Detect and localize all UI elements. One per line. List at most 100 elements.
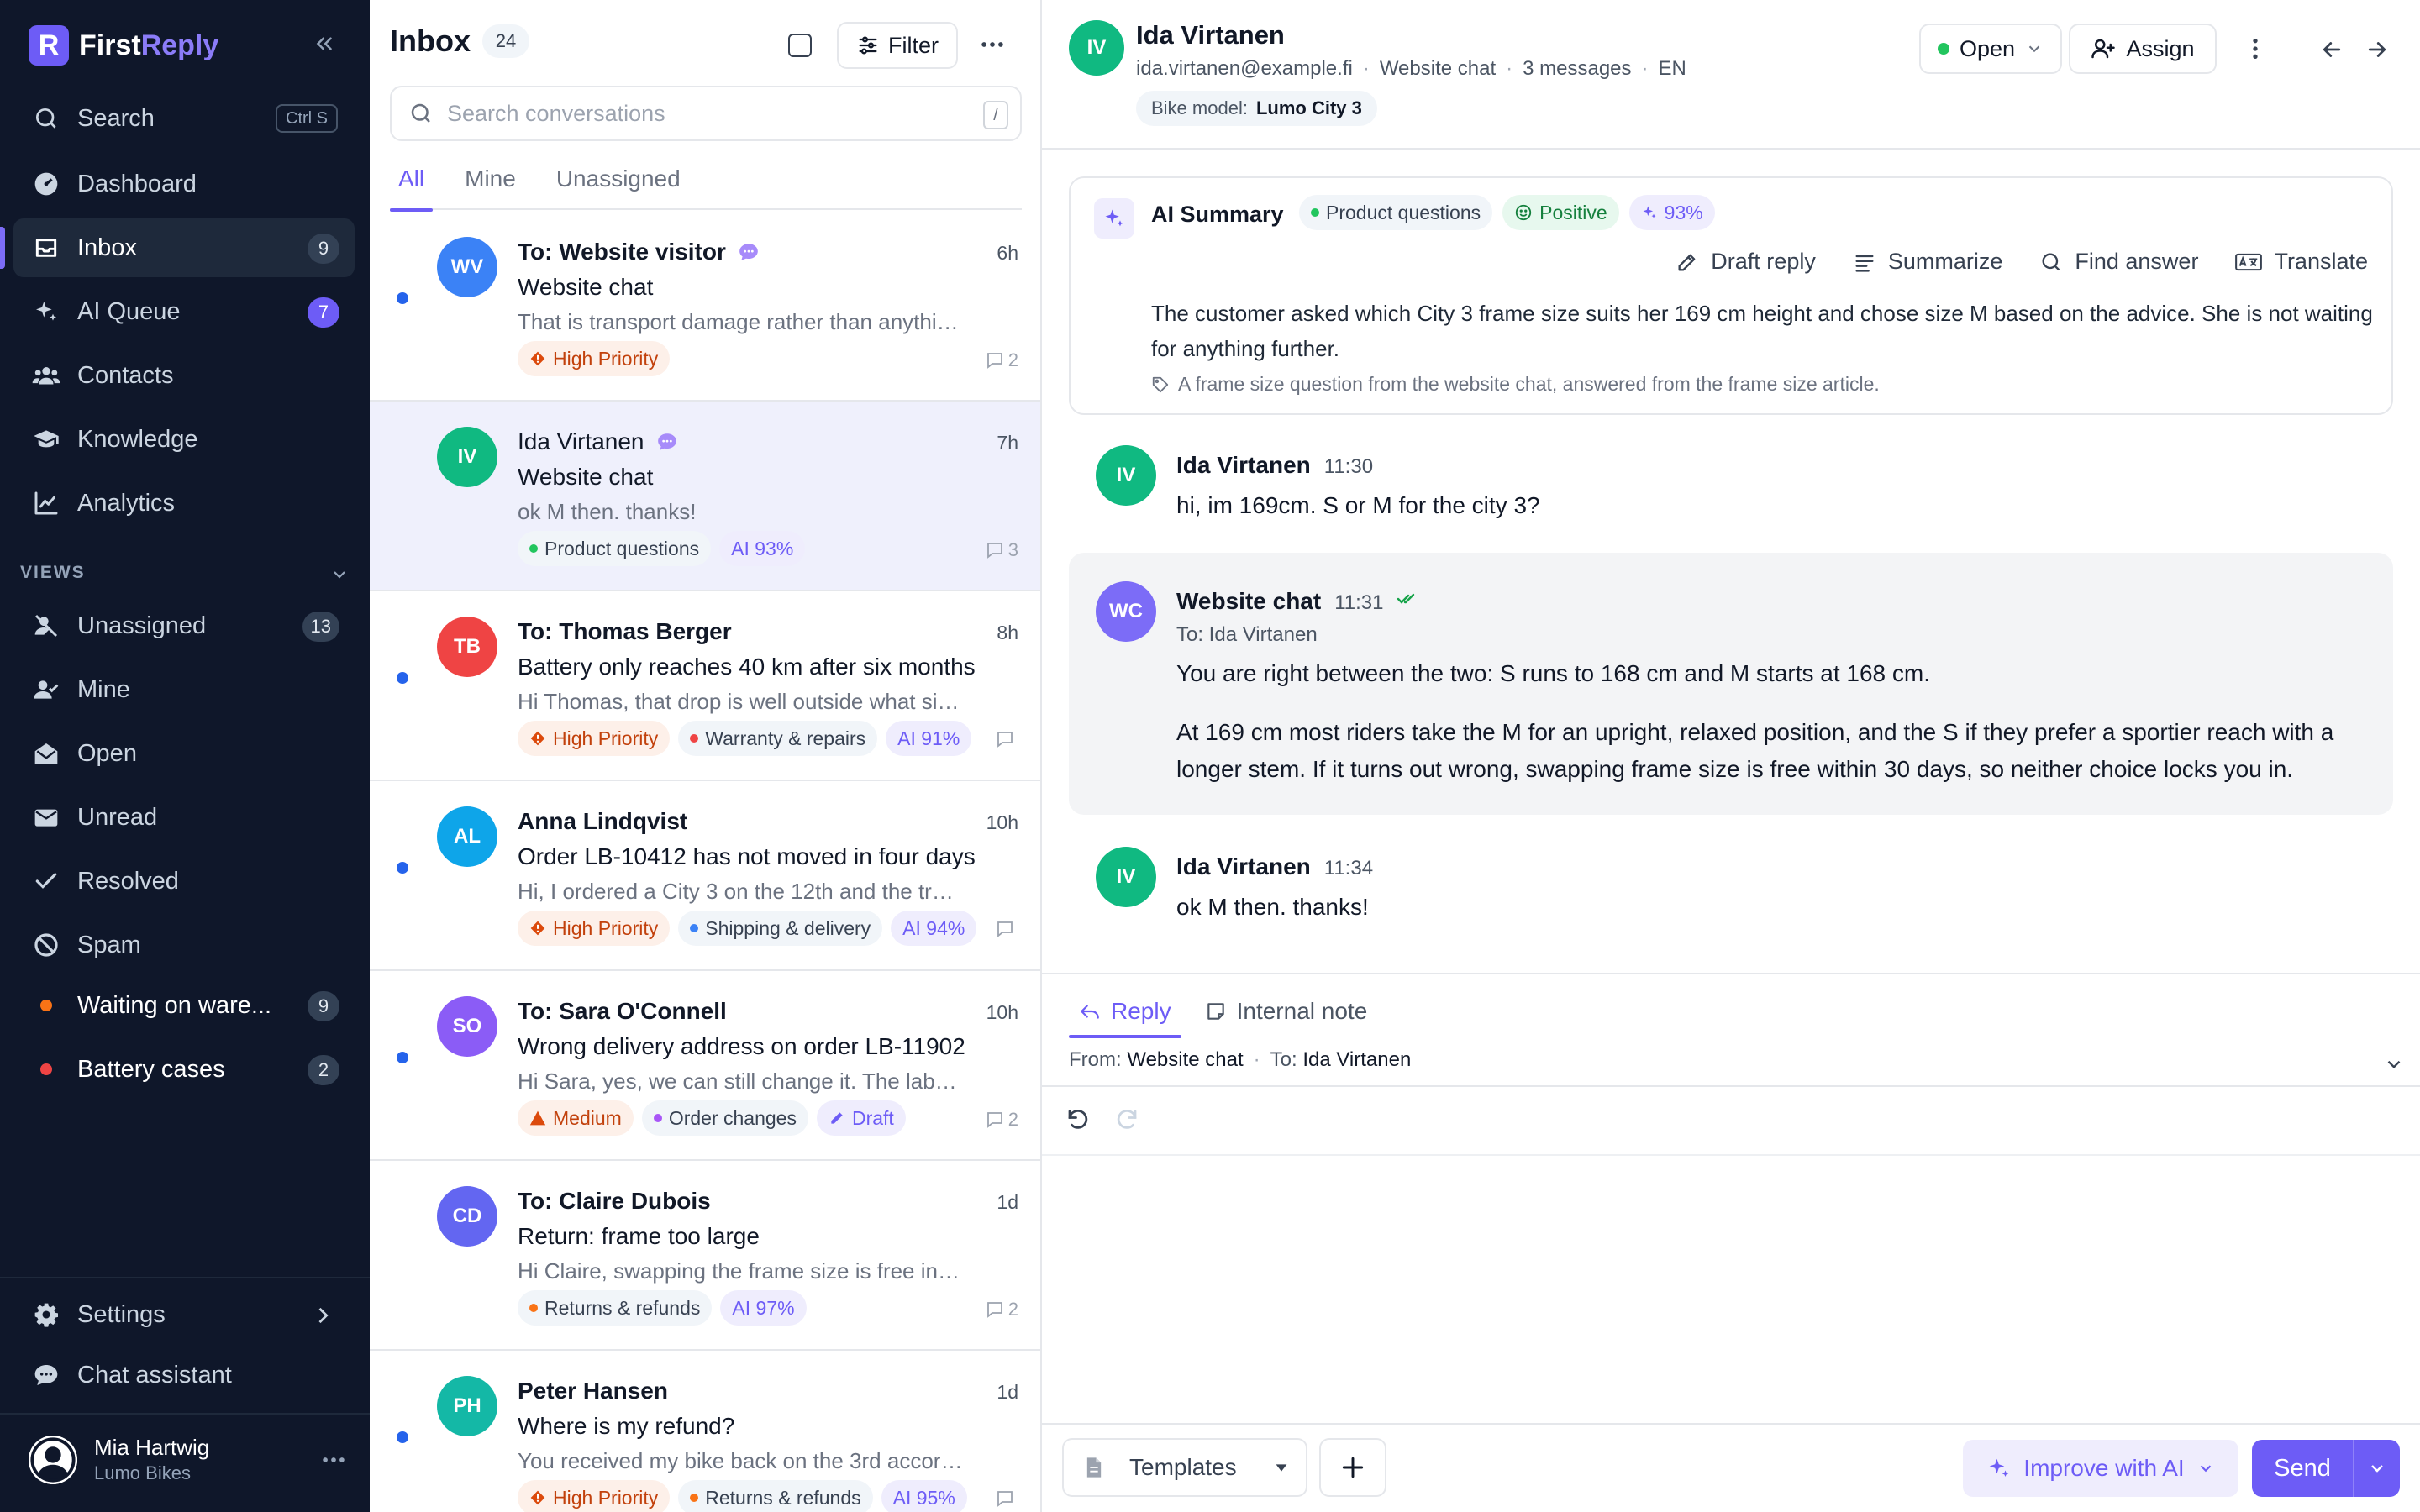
user-name: Mia Hartwig: [94, 1435, 210, 1460]
templates-dropdown[interactable]: Templates: [1062, 1438, 1307, 1497]
ai-summary-note: A frame size question from the website c…: [1151, 373, 1880, 396]
comment-icon: [986, 1302, 1002, 1318]
envelope-open-icon: [32, 739, 60, 768]
message-count-indicator: 2: [985, 1109, 1018, 1131]
status-dropdown[interactable]: Open: [1919, 24, 2062, 74]
search-conversations-input[interactable]: [447, 100, 1020, 127]
lines-icon: [1855, 255, 1874, 272]
sidebar-item-chat-assistant[interactable]: Chat assistant: [13, 1346, 355, 1404]
improve-with-ai-button[interactable]: Improve with AI: [1963, 1440, 2238, 1497]
redo-button[interactable]: [1114, 1107, 1139, 1132]
send-button[interactable]: Send: [2252, 1440, 2400, 1497]
next-conversation-button[interactable]: [2365, 37, 2390, 62]
conversation-name: To: Sara O'Connell: [518, 998, 727, 1024]
sidebar-item-contacts[interactable]: Contacts: [13, 346, 355, 405]
expand-addresses-button[interactable]: [2383, 1053, 2405, 1075]
tab-all[interactable]: All: [390, 161, 434, 212]
sidebar-view-waiting-on-warehouse[interactable]: Waiting on ware... 9: [13, 976, 355, 1035]
message-count-indicator: [995, 1488, 1018, 1509]
sidebar-item-knowledge[interactable]: Knowledge: [13, 410, 355, 469]
redo-icon: [1117, 1110, 1137, 1129]
draft-reply-button[interactable]: Draft reply: [1676, 249, 1816, 275]
contact-name[interactable]: Ida Virtanen: [1136, 20, 1285, 50]
conversation-subject: Battery only reaches 40 km after six mon…: [518, 654, 976, 680]
ai-summary-text: The customer asked which City 3 frame si…: [1151, 301, 2373, 361]
sidebar-view-spam[interactable]: Spam: [13, 916, 355, 974]
conversation-name: Ida Virtanen: [518, 428, 678, 455]
assign-button[interactable]: Assign: [2069, 24, 2217, 74]
conversation-subject: Order LB-10412 has not moved in four day…: [518, 843, 976, 869]
sidebar-item-settings[interactable]: Settings: [13, 1285, 355, 1344]
list-more-button[interactable]: [978, 30, 1007, 59]
conversation-row[interactable]: TB To: Thomas Berger 8h Battery only reache…: [370, 591, 1040, 781]
conversation-row[interactable]: WV To: Website visitor 6h Website chat That …: [370, 212, 1040, 402]
sidebar-view-mine[interactable]: Mine: [13, 660, 355, 719]
sidebar-view-battery-cases[interactable]: Battery cases 2: [13, 1040, 355, 1099]
sidebar-view-resolved[interactable]: Resolved: [13, 852, 355, 911]
ai-summary-title: AI Summary: [1151, 202, 1284, 227]
conversation-row[interactable]: IV Ida Virtanen 7h Website chat ok M then. t…: [370, 402, 1040, 591]
sidebar-view-unassigned[interactable]: Unassigned 13: [13, 596, 355, 655]
conversation-row[interactable]: AL Anna Lindqvist 10h Order LB-10412 has no…: [370, 781, 1040, 971]
conversation-row[interactable]: CD To: Claire Dubois 1d Return: frame too l…: [370, 1161, 1040, 1351]
caret-down-icon: [1276, 1464, 1287, 1472]
sidebar-item-dashboard[interactable]: Dashboard: [13, 155, 355, 213]
message-avatar: IV: [1096, 847, 1156, 907]
more-horizontal-icon[interactable]: [319, 1446, 348, 1474]
contact-email[interactable]: ida.virtanen@example.fi: [1136, 57, 1353, 80]
sidebar-item-label: Mine: [77, 675, 130, 703]
reply-editor[interactable]: [1069, 1168, 2393, 1411]
sidebar-item-analytics[interactable]: Analytics: [13, 474, 355, 533]
delivered-check-icon: [1397, 593, 1415, 604]
sidebar-search[interactable]: Search Ctrl S: [13, 89, 355, 148]
select-all-checkbox[interactable]: [788, 34, 812, 57]
composer-tab-internal-note[interactable]: Internal note: [1195, 984, 1378, 1038]
sidebar-item-label: Open: [77, 739, 137, 767]
conversation-row[interactable]: PH Peter Hansen 1d Where is my refund? You r…: [370, 1351, 1040, 1512]
app-logo[interactable]: R FirstReply: [29, 25, 218, 66]
composer-tab-reply[interactable]: Reply: [1069, 984, 1181, 1038]
sidebar-item-label: Contacts: [77, 361, 174, 389]
send-options-button[interactable]: [2354, 1458, 2400, 1478]
conversation-row[interactable]: SO To: Sara O'Connell 10h Wrong delivery ad…: [370, 971, 1040, 1161]
collapse-sidebar-button[interactable]: [309, 29, 339, 59]
message-avatar: IV: [1096, 445, 1156, 506]
ai-summary-card: AI Summary Product questions Positive 93…: [1069, 176, 2393, 415]
sidebar-view-unread[interactable]: Unread: [13, 788, 355, 847]
user-profile[interactable]: Mia Hartwig Lumo Bikes: [29, 1435, 348, 1484]
composer-divider: [1042, 1154, 2420, 1156]
sidebar-item-label: Knowledge: [77, 425, 198, 453]
user-plus-icon: [2091, 39, 2116, 59]
search-icon: [32, 104, 60, 133]
find-answer-button[interactable]: Find answer: [2039, 249, 2198, 275]
smile-icon: [1515, 204, 1532, 221]
add-attachment-button[interactable]: [1319, 1438, 1386, 1497]
comment-icon: [997, 1491, 1013, 1507]
sidebar-item-inbox[interactable]: Inbox 9: [0, 218, 355, 277]
message-author: Ida Virtanen: [1176, 853, 1311, 879]
views-toggle[interactable]: [329, 564, 350, 585]
tag-icon: [1152, 376, 1169, 392]
tab-mine[interactable]: Mine: [456, 161, 524, 210]
search-conversations-box[interactable]: /: [390, 86, 1022, 141]
conversation-more-button[interactable]: [2242, 35, 2269, 62]
message-avatar: WC: [1096, 581, 1156, 642]
conversation-name: Peter Hansen: [518, 1378, 668, 1404]
sidebar-item-ai-queue[interactable]: AI Queue 7: [13, 282, 355, 341]
undo-button[interactable]: [1065, 1107, 1091, 1132]
conversation-time: 1d: [997, 1191, 1018, 1213]
translate-button[interactable]: Translate: [2235, 249, 2368, 275]
summarize-button[interactable]: Summarize: [1853, 249, 2002, 275]
unread-dot-icon: [397, 862, 408, 874]
sidebar-view-open[interactable]: Open: [13, 724, 355, 783]
message-author: Website chat: [1176, 588, 1322, 614]
filter-button[interactable]: Filter: [837, 22, 958, 69]
arrow-left-icon: [2323, 42, 2341, 57]
composer-addresses[interactable]: From: Website chat · To: Ida Virtanen: [1069, 1048, 1411, 1072]
conversation-preview: That is transport damage rather than any…: [518, 309, 963, 334]
conversation-subject: Wrong delivery address on order LB-11902: [518, 1033, 965, 1059]
conversation-time: 10h: [986, 811, 1018, 833]
tab-unassigned[interactable]: Unassigned: [548, 161, 689, 210]
previous-conversation-button[interactable]: [2319, 37, 2344, 62]
chevron-down-icon: [2200, 1465, 2211, 1473]
